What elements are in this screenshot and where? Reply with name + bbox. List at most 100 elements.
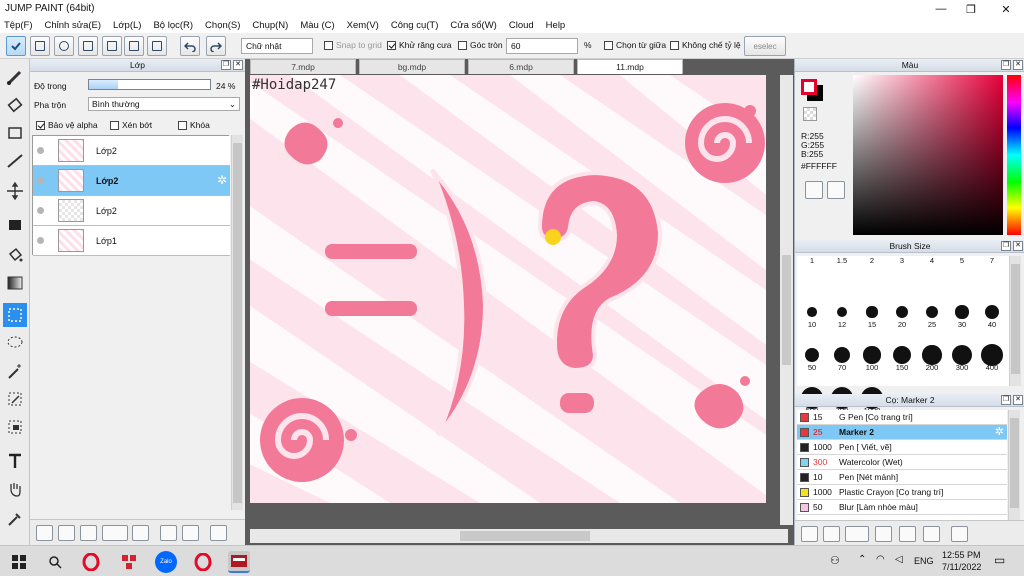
layer-row-selected[interactable]: Lớp2 ✲	[33, 166, 230, 196]
visibility-icon[interactable]	[37, 207, 44, 214]
brush-scrollbar[interactable]	[1009, 256, 1021, 386]
select-eraser-icon[interactable]	[3, 415, 27, 439]
subtool-item-selected[interactable]: 25 Marker 2 ✲	[797, 425, 1007, 440]
grid-icon[interactable]	[124, 36, 144, 56]
line-tool-icon[interactable]	[3, 149, 27, 173]
brush-tool-icon[interactable]	[3, 65, 27, 89]
brush-size-option[interactable]: 200	[917, 332, 947, 374]
brush-size-option[interactable]: 12	[827, 289, 857, 331]
menu-cloud[interactable]: Cloud	[509, 20, 534, 31]
gear-icon[interactable]: ✲	[995, 425, 1004, 439]
brush-size-option[interactable]: 40	[977, 289, 1007, 331]
brush-size-option[interactable]: 10	[797, 289, 827, 331]
zalo-icon[interactable]: Zalo	[155, 551, 177, 573]
brush-size-option[interactable]: 1	[797, 246, 827, 288]
brush-size-option[interactable]: 4	[917, 246, 947, 288]
canvas-hscroll[interactable]	[250, 529, 788, 543]
brush-size-option[interactable]: 2	[857, 246, 887, 288]
foreground-color-swatch[interactable]	[801, 79, 817, 95]
eyedropper-tool-icon[interactable]	[3, 507, 27, 531]
antialias-checkbox[interactable]: Khử răng cưa	[387, 40, 452, 50]
search-icon[interactable]	[44, 551, 66, 573]
close-button[interactable]: ✕	[990, 0, 1022, 18]
keep-ratio-checkbox[interactable]: Không chế tỷ lệ	[670, 40, 741, 50]
brush-size-option[interactable]: 150	[887, 332, 917, 374]
folder-icon[interactable]	[132, 525, 149, 541]
magic-wand-icon[interactable]	[3, 359, 27, 383]
saturation-value-picker[interactable]	[853, 75, 1003, 235]
close-panel-icon[interactable]: ✕	[1013, 60, 1023, 70]
new-layer-icon[interactable]	[36, 525, 53, 541]
visibility-icon[interactable]	[37, 237, 44, 244]
minimize-button[interactable]: —	[925, 0, 957, 18]
opera-icon[interactable]	[80, 551, 102, 573]
brush-size-option[interactable]: 70	[827, 332, 857, 374]
brush-size-option[interactable]: 3	[887, 246, 917, 288]
menu-layer[interactable]: Lớp(L)	[113, 20, 141, 31]
redo-icon[interactable]	[206, 36, 226, 56]
transparent-swatch[interactable]	[803, 107, 817, 121]
brush-size-option[interactable]: 400	[977, 332, 1007, 374]
shape-select[interactable]: Chữ nhật	[241, 38, 313, 54]
close-panel-icon[interactable]: ✕	[233, 60, 243, 70]
palette-icon[interactable]	[805, 181, 823, 199]
menu-window[interactable]: Cửa sổ(W)	[450, 20, 496, 31]
subtool-item[interactable]: 15 G Pen [Cọ trang trí]	[797, 410, 1007, 425]
brush-size-option[interactable]: 50	[797, 332, 827, 374]
maximize-button[interactable]: ❐	[955, 0, 987, 18]
new-1bit-icon[interactable]	[80, 525, 97, 541]
check-icon[interactable]	[6, 36, 26, 56]
scroll-thumb[interactable]	[1010, 418, 1019, 508]
windows-start-icon[interactable]	[8, 551, 30, 573]
trash-icon[interactable]	[951, 526, 968, 542]
subtool-item[interactable]: 1000 Pen [ Viết, vẽ]	[797, 440, 1007, 455]
duplicate-icon[interactable]	[923, 526, 940, 542]
snap-to-grid-checkbox[interactable]: Snap to grid	[324, 40, 382, 50]
menu-capture[interactable]: Chụp(N)	[252, 20, 288, 31]
layer-scrollbar[interactable]	[231, 135, 243, 510]
app-grid-icon[interactable]	[118, 551, 140, 573]
tab-7[interactable]: 7.mdp	[250, 59, 356, 74]
brush-size-option[interactable]: 1.5	[827, 246, 857, 288]
subtool-scrollbar[interactable]	[1008, 410, 1020, 520]
duplicate-icon[interactable]	[160, 525, 177, 541]
float-icon[interactable]: ❐	[221, 60, 231, 70]
menu-color[interactable]: Màu (C)	[300, 20, 334, 31]
select-pen-icon[interactable]	[3, 387, 27, 411]
vscroll-thumb[interactable]	[782, 255, 791, 365]
scroll-thumb[interactable]	[233, 143, 242, 503]
palette-picker-icon[interactable]	[827, 181, 845, 199]
menu-filter[interactable]: Bộ lọc(R)	[153, 20, 193, 31]
clock-date[interactable]: 7/11/2022	[942, 562, 981, 572]
lock-checkbox[interactable]: Khóa	[178, 120, 210, 130]
copy-icon[interactable]	[875, 526, 892, 542]
brush-size-option[interactable]: 15	[857, 289, 887, 331]
menu-select[interactable]: Chọn(S)	[205, 20, 240, 31]
clock-time[interactable]: 12:55 PM	[942, 550, 981, 560]
brush-size-option[interactable]: 30	[947, 289, 977, 331]
close-panel-icon[interactable]: ✕	[1013, 241, 1023, 251]
float-icon[interactable]: ❐	[1001, 395, 1011, 405]
trash-icon[interactable]	[210, 525, 227, 541]
layer-row[interactable]: Lớp2	[33, 196, 230, 226]
subtool-item[interactable]: 300 Watercolor (Wet)	[797, 455, 1007, 470]
brush-size-option[interactable]: 300	[947, 332, 977, 374]
visibility-icon[interactable]	[37, 147, 44, 154]
new-raster-icon[interactable]	[58, 525, 75, 541]
add-subtool-icon[interactable]	[845, 526, 869, 542]
canvas-vscroll[interactable]	[780, 75, 793, 525]
tab-11[interactable]: 11.mdp	[577, 59, 683, 74]
hscroll-thumb[interactable]	[460, 531, 590, 541]
drawing-canvas[interactable]: #Hoidap247	[250, 75, 766, 503]
add-layer-menu-icon[interactable]	[102, 525, 128, 541]
opera-gx-icon[interactable]	[192, 551, 214, 573]
volume-icon[interactable]: ◁	[895, 554, 903, 565]
from-center-checkbox[interactable]: Chọn từ giữa	[604, 40, 666, 50]
float-icon[interactable]: ❐	[1001, 60, 1011, 70]
chevron-up-icon[interactable]: ⌃	[858, 554, 866, 565]
layer-row[interactable]: Lớp1	[33, 226, 230, 256]
clip-checkbox[interactable]: Xén bớt	[110, 120, 152, 130]
round-corner-checkbox[interactable]: Góc tròn	[458, 40, 503, 50]
language-indicator[interactable]: ENG	[914, 556, 934, 566]
menu-view[interactable]: Xem(V)	[347, 20, 379, 31]
